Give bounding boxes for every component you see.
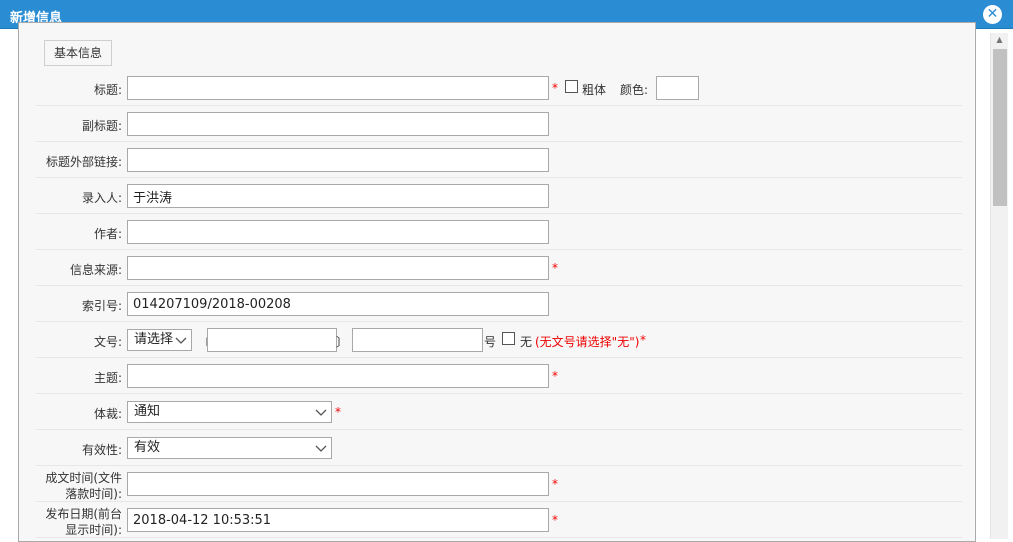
chevron-down-icon bbox=[175, 337, 187, 344]
doc-no-type-value: 请选择 bbox=[134, 332, 174, 347]
row-written-time: 成文时间(文件 落款时间): * bbox=[36, 466, 962, 502]
author-input[interactable] bbox=[127, 220, 549, 244]
index-no-label: 索引号: bbox=[81, 299, 122, 313]
author-label: 作者: bbox=[93, 227, 122, 241]
close-icon: ✕ bbox=[986, 6, 999, 22]
color-input[interactable] bbox=[656, 76, 699, 100]
doc-no-label: 文号: bbox=[93, 335, 122, 349]
hao-label: 号 bbox=[484, 335, 497, 349]
row-validity: 有效性: 有效 bbox=[36, 430, 962, 466]
row-author: 作者: bbox=[36, 214, 962, 250]
title-input[interactable] bbox=[127, 76, 549, 100]
row-title: 标题: * 粗体 颜色: bbox=[36, 70, 962, 106]
external-link-input[interactable] bbox=[127, 148, 549, 172]
none-label: 无 bbox=[520, 335, 533, 349]
scroll-up-icon[interactable]: ▲ bbox=[991, 33, 1008, 47]
required-mark: * bbox=[552, 513, 558, 527]
source-label: 信息来源: bbox=[69, 263, 122, 277]
doc-no-year-input[interactable] bbox=[207, 328, 337, 352]
no-doc-no-checkbox[interactable] bbox=[502, 332, 515, 345]
subtitle-label: 副标题: bbox=[81, 119, 122, 133]
genre-label: 体裁: bbox=[93, 407, 122, 421]
validity-value: 有效 bbox=[134, 440, 161, 455]
publish-date-label-line2: 显示时间): bbox=[65, 523, 122, 537]
validity-select[interactable]: 有效 bbox=[127, 437, 332, 459]
vertical-scrollbar[interactable]: ▲ bbox=[990, 33, 1008, 539]
row-publish-date: 发布日期(前台 显示时间): * bbox=[36, 502, 962, 538]
doc-no-number-input[interactable] bbox=[352, 328, 483, 352]
row-external-link: 标题外部链接: bbox=[36, 142, 962, 178]
chevron-down-icon bbox=[315, 445, 327, 452]
written-time-input[interactable] bbox=[127, 472, 549, 496]
bold-label: 粗体 bbox=[582, 83, 607, 97]
written-time-label-line1: 成文时间(文件 bbox=[45, 471, 122, 485]
title-label: 标题: bbox=[93, 83, 122, 97]
row-genre: 体裁: 通知 * bbox=[36, 394, 962, 430]
chevron-down-icon bbox=[315, 409, 327, 416]
row-index-no: 索引号: bbox=[36, 286, 962, 322]
doc-no-type-select[interactable]: 请选择 bbox=[127, 329, 192, 351]
validity-label: 有效性: bbox=[81, 443, 122, 457]
doc-no-hint: (无文号请选择"无") bbox=[535, 335, 640, 349]
row-entered-by: 录入人: bbox=[36, 178, 962, 214]
required-mark: * bbox=[640, 333, 646, 347]
bold-checkbox[interactable] bbox=[565, 80, 578, 93]
entered-by-label: 录入人: bbox=[81, 191, 122, 205]
scroll-thumb[interactable] bbox=[993, 49, 1007, 206]
required-mark: * bbox=[552, 477, 558, 491]
bracket-close: 〕 bbox=[336, 335, 349, 349]
publish-date-input[interactable] bbox=[127, 508, 549, 532]
row-doc-no: 文号: 请选择 〔 〕 号 无 (无文号请选择"无") * bbox=[36, 322, 962, 358]
row-subject: 主题: * bbox=[36, 358, 962, 394]
index-no-input[interactable] bbox=[127, 292, 549, 316]
external-link-label: 标题外部链接: bbox=[45, 155, 122, 169]
required-mark: * bbox=[552, 81, 558, 95]
row-source: 信息来源: * bbox=[36, 250, 962, 286]
entered-by-input[interactable] bbox=[127, 184, 549, 208]
fieldset-legend: 基本信息 bbox=[44, 40, 113, 66]
subject-label: 主题: bbox=[93, 371, 122, 385]
required-mark: * bbox=[552, 369, 558, 383]
color-label: 颜色: bbox=[620, 83, 649, 97]
publish-date-label-line1: 发布日期(前台 bbox=[45, 507, 122, 521]
source-input[interactable] bbox=[127, 256, 549, 280]
subtitle-input[interactable] bbox=[127, 112, 549, 136]
genre-select[interactable]: 通知 bbox=[127, 401, 332, 423]
written-time-label-line2: 落款时间): bbox=[65, 487, 122, 501]
row-subtitle: 副标题: bbox=[36, 106, 962, 142]
close-button[interactable]: ✕ bbox=[983, 5, 1002, 24]
required-mark: * bbox=[552, 261, 558, 275]
required-mark: * bbox=[335, 405, 341, 419]
subject-input[interactable] bbox=[127, 364, 549, 388]
genre-value: 通知 bbox=[134, 404, 161, 419]
